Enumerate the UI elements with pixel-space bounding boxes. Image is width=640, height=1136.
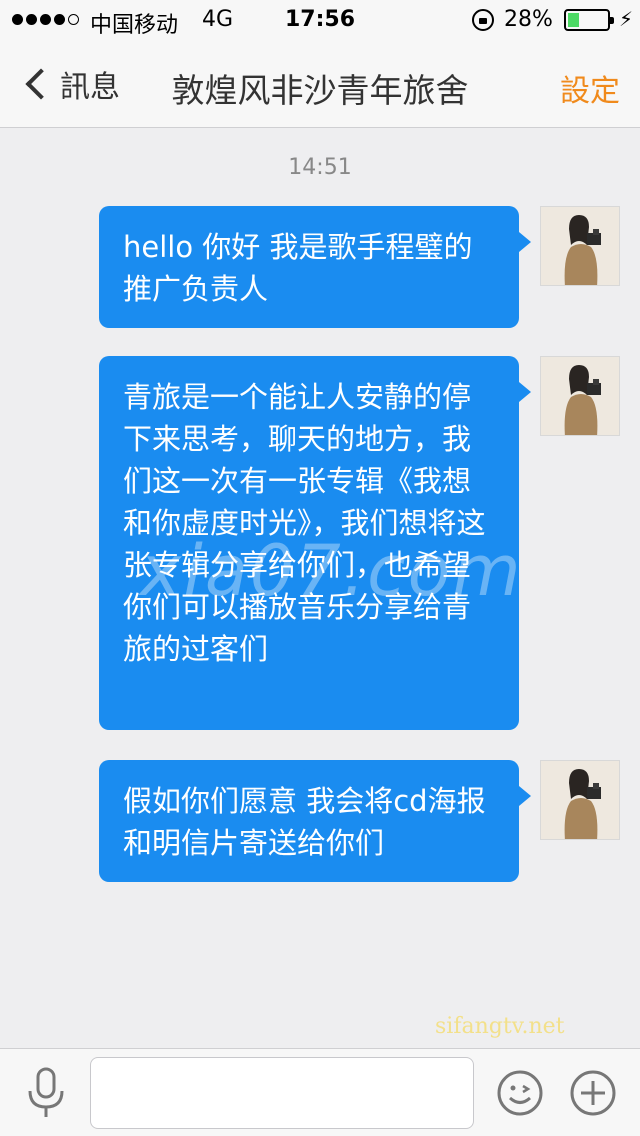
battery-percentage: 28% bbox=[504, 7, 553, 32]
message-timestamp: 14:51 bbox=[288, 155, 352, 180]
add-attachment-button[interactable] bbox=[569, 1069, 617, 1117]
message-bubble[interactable]: 青旅是一个能让人安静的停下来思考，聊天的地方，我们这一次有一张专辑《我想和你虚度… bbox=[99, 356, 531, 730]
page-title: 敦煌风非沙青年旅舍 bbox=[171, 71, 469, 110]
microphone-icon bbox=[28, 1067, 64, 1117]
message-bubble[interactable]: hello 你好 我是歌手程璧的推广负责人 bbox=[99, 206, 531, 328]
emoji-button[interactable] bbox=[496, 1069, 544, 1117]
message-bubble[interactable]: 假如你们愿意 我会将cd海报和明信片寄送给你们 bbox=[99, 760, 531, 882]
battery-icon bbox=[564, 9, 614, 31]
navigation-bar: 訊息 敦煌风非沙青年旅舍 設定 bbox=[0, 40, 640, 128]
watermark: sifangtv.net bbox=[435, 1014, 565, 1039]
emoji-icon bbox=[497, 1070, 543, 1116]
message-input-bar bbox=[0, 1048, 640, 1136]
plus-icon bbox=[570, 1070, 616, 1116]
avatar[interactable] bbox=[540, 760, 620, 840]
settings-button[interactable]: 設定 bbox=[560, 66, 620, 110]
status-bar: 中国移动 4G 17:56 28% ⚡ bbox=[0, 0, 640, 40]
charging-icon: ⚡ bbox=[619, 7, 634, 31]
rotation-lock-icon bbox=[472, 9, 494, 31]
voice-input-button[interactable] bbox=[22, 1067, 70, 1119]
message-input[interactable] bbox=[90, 1057, 474, 1129]
avatar[interactable] bbox=[540, 356, 620, 436]
avatar[interactable] bbox=[540, 206, 620, 286]
